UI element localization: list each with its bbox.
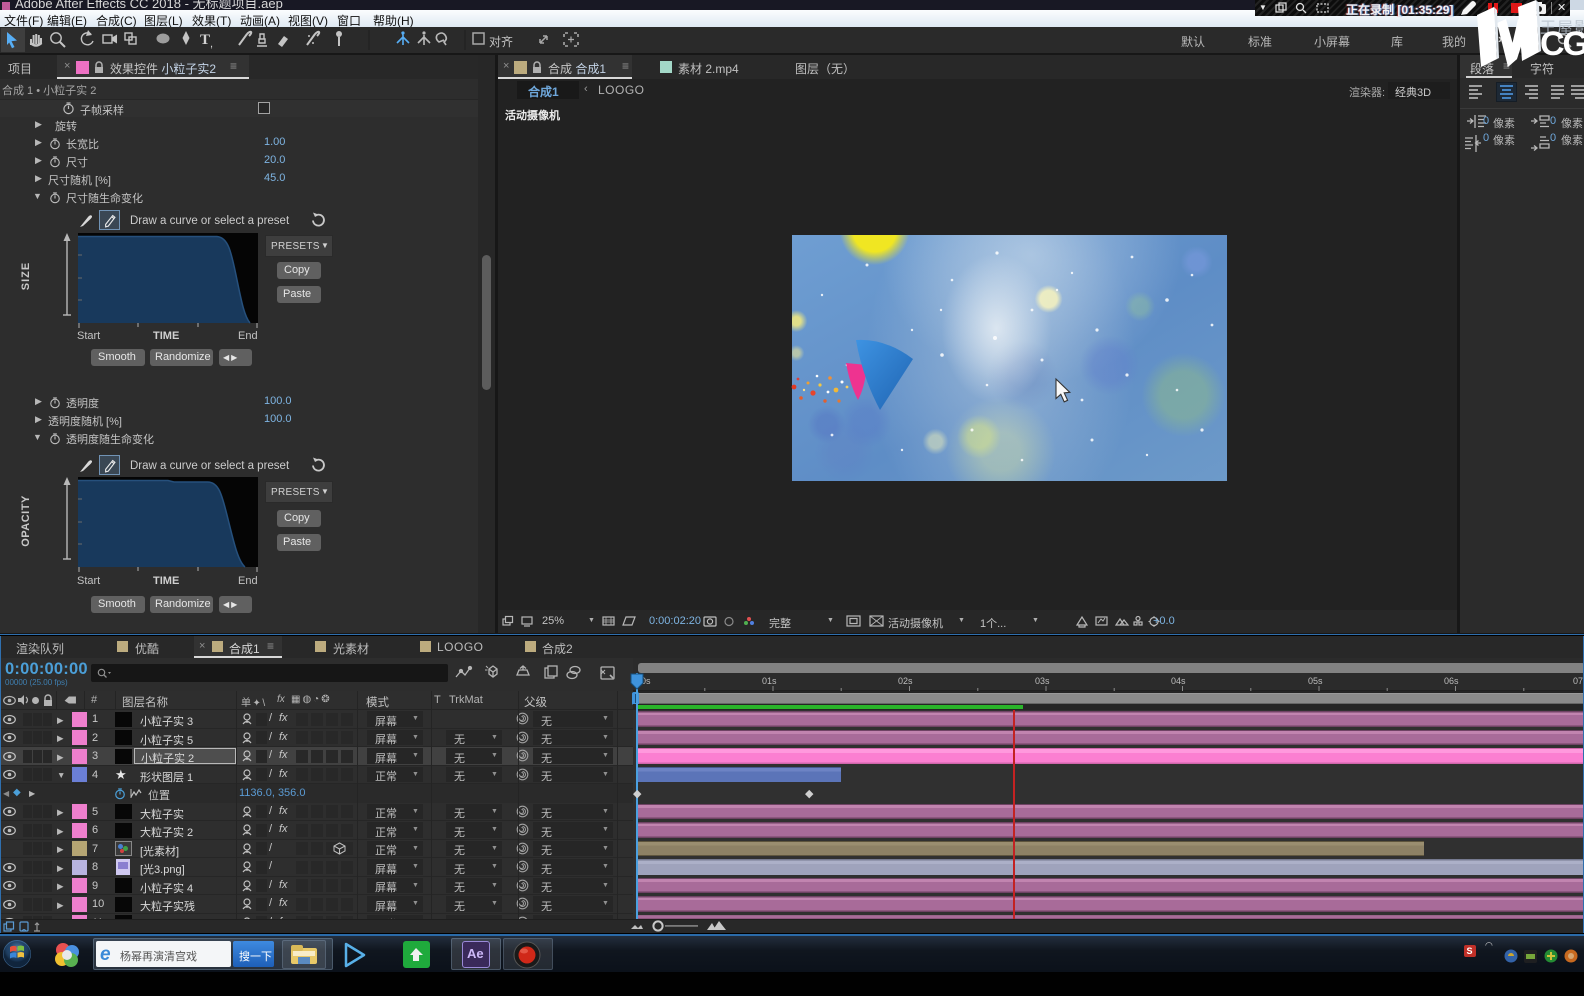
svg-text:,: , <box>210 38 213 50</box>
svg-text:CG: CG <box>1540 25 1584 63</box>
svg-text:T: T <box>200 32 210 48</box>
